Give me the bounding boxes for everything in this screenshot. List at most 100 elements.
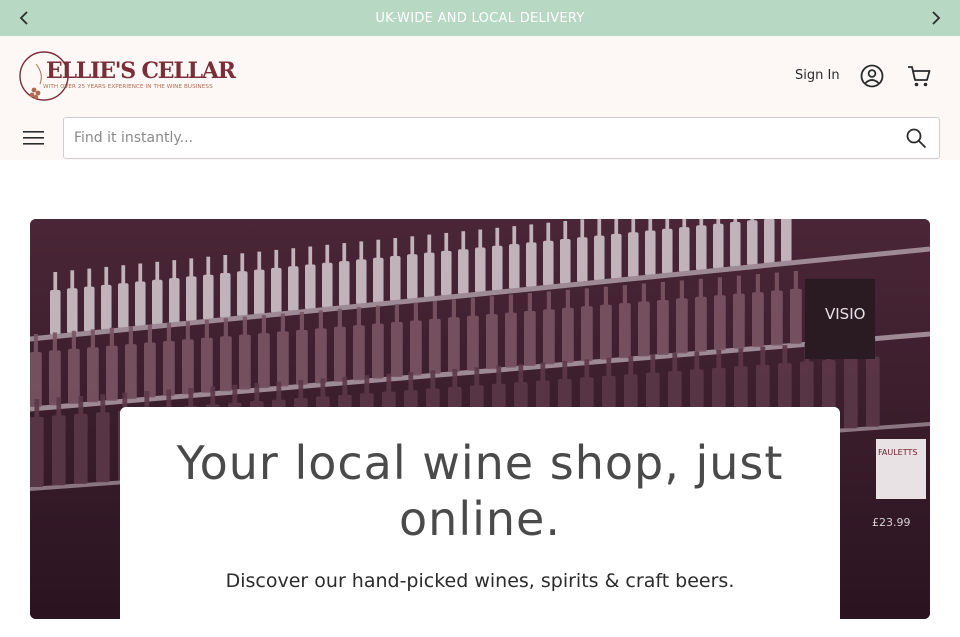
bottle-neck bbox=[299, 311, 304, 332]
bottle-neck bbox=[71, 330, 76, 351]
bottle-neck bbox=[546, 222, 551, 243]
bottle-neck bbox=[782, 345, 788, 366]
bottle-neck bbox=[432, 300, 437, 321]
bottle-silhouette bbox=[764, 219, 775, 264]
bottle-silhouette bbox=[237, 271, 248, 317]
bottle-silhouette bbox=[372, 323, 384, 379]
bottle-neck bbox=[496, 365, 502, 386]
bottle-silhouette bbox=[201, 337, 213, 393]
search-icon[interactable] bbox=[905, 127, 927, 149]
bottle-neck bbox=[359, 241, 364, 262]
user-circle-icon[interactable] bbox=[860, 64, 884, 88]
bottle-neck bbox=[204, 319, 209, 340]
bottle-silhouette bbox=[638, 301, 650, 357]
bottle-neck bbox=[427, 234, 432, 255]
logo-wordmark: ELLIE'S CELLAR bbox=[46, 58, 236, 84]
bottle-silhouette bbox=[277, 331, 289, 387]
bottle-silhouette bbox=[339, 261, 350, 307]
bottle-neck bbox=[70, 270, 75, 291]
bottle-neck bbox=[580, 219, 585, 240]
announcement-bar: UK-WIDE AND LOCAL DELIVERY bbox=[0, 0, 960, 36]
sign-in-link[interactable]: Sign In bbox=[795, 68, 840, 83]
bottle-silhouette bbox=[509, 244, 520, 290]
bottle-neck bbox=[660, 281, 665, 302]
search-input[interactable] bbox=[74, 118, 894, 158]
bottle-neck bbox=[650, 354, 656, 375]
bottle-silhouette bbox=[315, 328, 327, 384]
logo[interactable]: ELLIE'S CELLAR WITH OVER 25 YEARS EXPERI… bbox=[18, 50, 236, 104]
bottle-silhouette bbox=[163, 340, 175, 396]
bottle-neck bbox=[597, 219, 602, 238]
bottle-silhouette bbox=[662, 228, 673, 274]
bottle-silhouette bbox=[118, 283, 129, 329]
bottle-silhouette bbox=[752, 292, 764, 348]
bottle-neck bbox=[56, 397, 62, 418]
bottle-neck bbox=[716, 349, 722, 370]
bottle-silhouette bbox=[543, 240, 554, 286]
bottle-silhouette bbox=[611, 233, 622, 279]
bottle-neck bbox=[155, 261, 160, 282]
shopping-cart-icon[interactable] bbox=[906, 63, 932, 89]
bottle-silhouette bbox=[322, 262, 333, 308]
bottle-neck bbox=[682, 219, 687, 230]
bottle-neck bbox=[733, 219, 738, 224]
bottle-neck bbox=[210, 386, 216, 407]
bottle-neck bbox=[489, 296, 494, 317]
bottle-silhouette bbox=[144, 342, 156, 398]
bottle-neck bbox=[257, 251, 262, 272]
bottle-neck bbox=[562, 360, 568, 381]
bottle-silhouette bbox=[334, 326, 346, 382]
bottle-neck bbox=[665, 219, 670, 231]
bottle-silhouette bbox=[543, 309, 555, 365]
bottle-silhouette bbox=[296, 329, 308, 385]
bottle-neck bbox=[386, 373, 392, 394]
bottle-neck bbox=[603, 286, 608, 307]
bottle-silhouette bbox=[628, 232, 639, 278]
bottle-neck bbox=[147, 324, 152, 345]
bottle-silhouette bbox=[714, 295, 726, 351]
bottle-neck bbox=[223, 318, 228, 339]
bottle-neck bbox=[78, 395, 84, 416]
hamburger-menu-icon[interactable] bbox=[22, 128, 46, 148]
bottle-silhouette bbox=[458, 249, 469, 295]
bottle-neck bbox=[699, 219, 704, 228]
bottle-silhouette bbox=[524, 310, 536, 366]
bottle-neck bbox=[430, 370, 436, 391]
bottle-silhouette bbox=[186, 276, 197, 322]
bottle-neck bbox=[408, 372, 414, 393]
bottle-silhouette bbox=[429, 318, 441, 374]
bottle-neck bbox=[694, 351, 700, 372]
bottle-silhouette bbox=[271, 267, 282, 313]
bottle-silhouette bbox=[467, 315, 479, 371]
bottle-neck bbox=[444, 232, 449, 253]
bottle-silhouette bbox=[203, 274, 214, 320]
bottle-silhouette bbox=[676, 298, 688, 354]
bottle-neck bbox=[232, 384, 238, 405]
bottle-neck bbox=[394, 304, 399, 325]
announcement-next-button[interactable] bbox=[916, 0, 956, 36]
bottle-neck bbox=[320, 378, 326, 399]
bottle-silhouette bbox=[747, 220, 758, 266]
bottle-silhouette bbox=[505, 312, 517, 368]
bottle-silhouette bbox=[441, 250, 452, 296]
bottle-neck bbox=[584, 359, 590, 380]
bottle-silhouette bbox=[50, 290, 61, 335]
bottle-silhouette bbox=[68, 348, 80, 404]
bottle-silhouette bbox=[258, 333, 270, 389]
bottle-silhouette bbox=[730, 222, 741, 267]
hero-headline: Your local wine shop, just online. bbox=[176, 436, 784, 546]
bottle-neck bbox=[452, 368, 458, 389]
bottle-silhouette bbox=[562, 307, 574, 363]
announcement-prev-button[interactable] bbox=[4, 0, 44, 36]
bottle-silhouette bbox=[410, 320, 422, 376]
bottle-silhouette bbox=[239, 334, 251, 390]
bottle-neck bbox=[325, 244, 330, 265]
bottle-silhouette bbox=[101, 284, 112, 330]
bottle-neck bbox=[53, 272, 58, 292]
bottle-silhouette bbox=[169, 278, 180, 324]
bottle-neck bbox=[356, 307, 361, 328]
bottle-silhouette bbox=[390, 256, 401, 301]
bottle-neck bbox=[100, 394, 106, 415]
bottle-silhouette bbox=[220, 336, 232, 392]
bottle-silhouette bbox=[254, 269, 265, 315]
